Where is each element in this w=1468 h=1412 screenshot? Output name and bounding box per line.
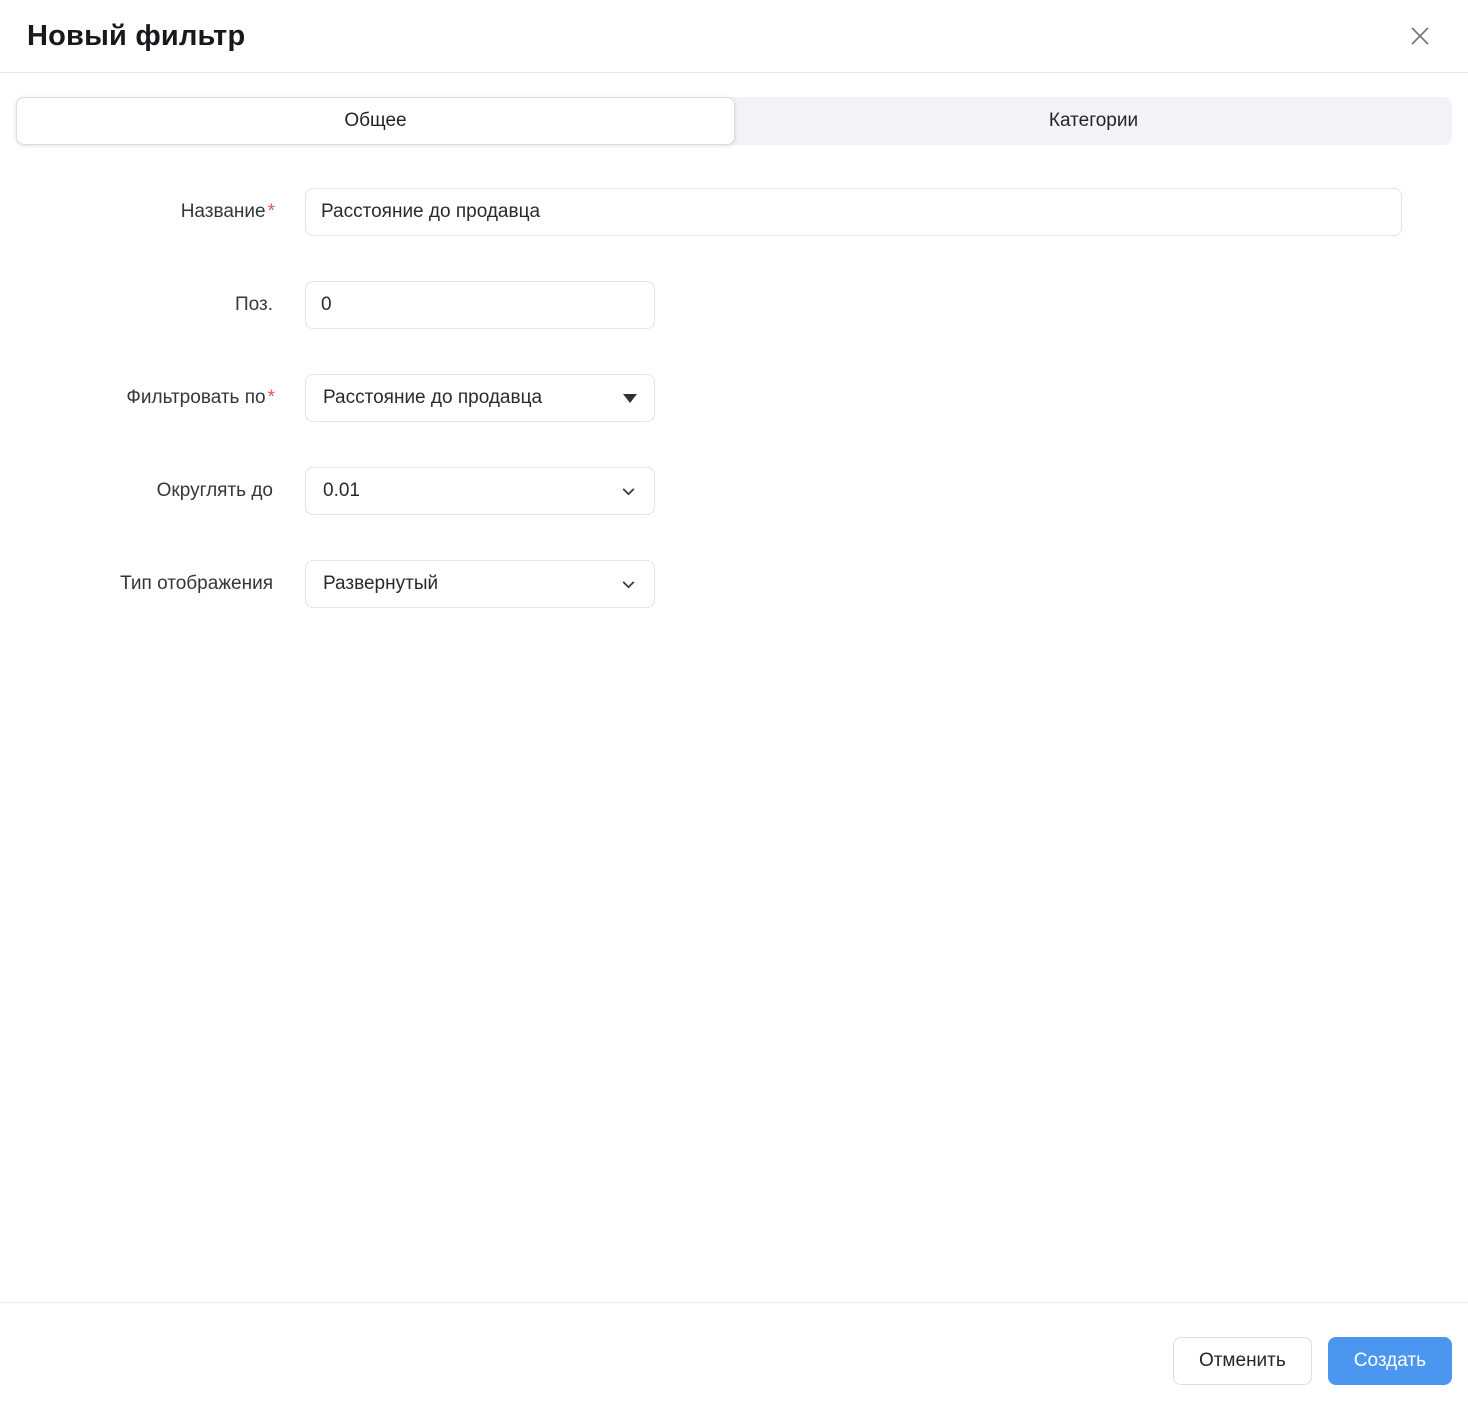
modal-footer: Отменить Создать <box>0 1302 1468 1412</box>
caret-down-filled-icon <box>623 393 637 403</box>
required-mark: * <box>267 387 275 408</box>
position-input[interactable] <box>305 281 655 329</box>
new-filter-modal: Новый фильтр Общее Категории Название* П… <box>0 0 1468 1412</box>
display-type-label: Тип отображения <box>120 573 273 594</box>
name-input[interactable] <box>305 188 1402 236</box>
tab-categories[interactable]: Категории <box>735 97 1452 145</box>
tabbar: Общее Категории <box>16 97 1452 145</box>
tab-general-label: Общее <box>344 110 407 131</box>
form-general-tab: Название* Поз. Фильтровать по* Расстояни… <box>0 188 1468 1302</box>
filter-by-select-value: Расстояние до продавца <box>323 387 543 408</box>
name-label: Название * <box>180 201 275 222</box>
modal-title: Новый фильтр <box>27 19 246 52</box>
field-row-name: Название * <box>0 188 1468 236</box>
display-type-select-value: Развернутый <box>323 573 439 594</box>
round-to-label: Округлять до <box>156 480 273 501</box>
round-to-select[interactable]: 0.01 <box>305 467 655 515</box>
required-mark: * <box>267 201 275 222</box>
modal-header: Новый фильтр <box>0 0 1468 73</box>
round-to-select-value: 0.01 <box>323 480 360 501</box>
field-row-filter-by: Фильтровать по * Расстояние до продавца <box>0 374 1468 422</box>
chevron-down-icon <box>620 483 637 500</box>
create-button[interactable]: Создать <box>1327 1337 1452 1385</box>
cancel-button[interactable]: Отменить <box>1172 1337 1312 1385</box>
filter-by-select[interactable]: Расстояние до продавца <box>305 374 655 422</box>
close-icon <box>1407 23 1433 49</box>
display-type-select[interactable]: Развернутый <box>305 560 655 608</box>
tab-categories-label: Категории <box>1048 110 1139 131</box>
field-row-display-type: Тип отображения Развернутый <box>0 560 1468 608</box>
field-row-round-to: Округлять до 0.01 <box>0 467 1468 515</box>
position-label: Поз. <box>235 294 273 315</box>
close-button[interactable] <box>1406 22 1434 50</box>
chevron-down-icon <box>620 576 637 593</box>
filter-by-label: Фильтровать по * <box>126 387 275 408</box>
tab-general[interactable]: Общее <box>16 97 735 145</box>
field-row-position: Поз. <box>0 281 1468 329</box>
